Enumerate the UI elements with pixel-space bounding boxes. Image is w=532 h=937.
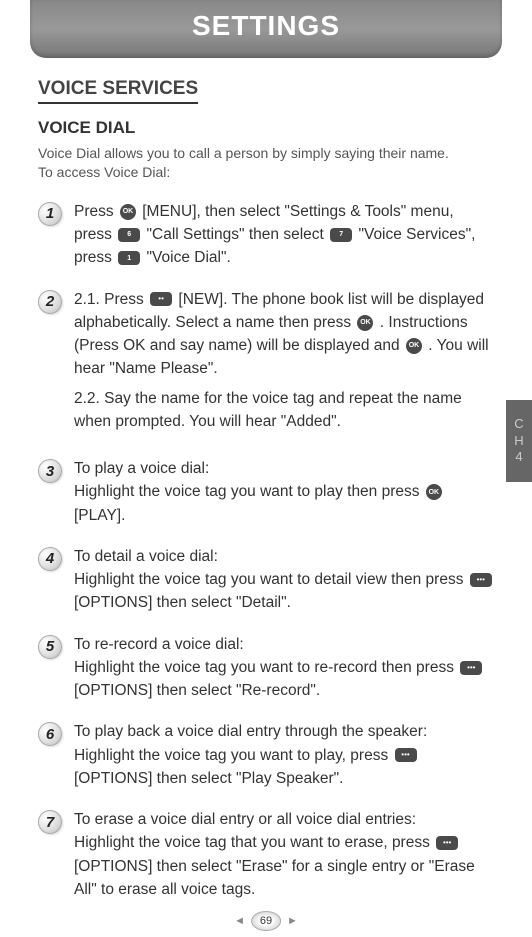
step-number: 2 bbox=[38, 290, 62, 314]
text: To detail a voice dial: bbox=[74, 548, 218, 565]
arrow-left-icon: ◄ bbox=[234, 915, 245, 927]
softkey-icon bbox=[150, 292, 172, 306]
text: To erase a voice dial entry or all voice… bbox=[74, 811, 416, 828]
text: "Voice Dial". bbox=[147, 249, 231, 266]
tab-line: 4 bbox=[515, 449, 522, 466]
step-2-1: 2.1. Press [NEW]. The phone book list wi… bbox=[74, 288, 494, 381]
step-body: To play back a voice dial entry through … bbox=[74, 720, 494, 790]
step-2: 2 2.1. Press [NEW]. The phone book list … bbox=[38, 288, 494, 440]
intro-line1: Voice Dial allows you to call a person b… bbox=[38, 145, 449, 161]
step-6: 6 To play back a voice dial entry throug… bbox=[38, 720, 494, 790]
ok-key-icon: OK bbox=[357, 315, 373, 331]
ok-key-icon: OK bbox=[120, 204, 136, 220]
step-number: 5 bbox=[38, 635, 62, 659]
key-label: 6 bbox=[127, 231, 131, 238]
sub-label: 2.2. bbox=[74, 390, 104, 407]
key-label: 7 bbox=[339, 231, 343, 238]
step-number: 6 bbox=[38, 722, 62, 746]
text: Highlight the voice tag you want to deta… bbox=[74, 571, 468, 588]
subsection-title: VOICE DIAL bbox=[38, 118, 494, 138]
six-key-icon: 6 bbox=[118, 228, 140, 242]
text: [OPTIONS] then select "Play Speaker". bbox=[74, 770, 343, 787]
key-label: OK bbox=[409, 342, 420, 349]
ok-key-icon: OK bbox=[426, 484, 442, 500]
step-5: 5 To re-record a voice dial: Highlight t… bbox=[38, 633, 494, 703]
section-title: VOICE SERVICES bbox=[38, 78, 198, 104]
step-body: To erase a voice dial entry or all voice… bbox=[74, 808, 494, 901]
page-header: SETTINGS bbox=[30, 0, 502, 58]
text: To play a voice dial: bbox=[74, 460, 209, 477]
step-number: 7 bbox=[38, 810, 62, 834]
key-label: OK bbox=[123, 208, 134, 215]
step-body: 2.1. Press [NEW]. The phone book list wi… bbox=[74, 288, 494, 440]
text: [OPTIONS] then select "Re-record". bbox=[74, 682, 320, 699]
page-footer: ◄ 69 ► bbox=[234, 911, 298, 931]
options-key-icon bbox=[395, 748, 417, 762]
step-number: 3 bbox=[38, 459, 62, 483]
step-body: Press OK [MENU], then select "Settings &… bbox=[74, 200, 494, 270]
step-1: 1 Press OK [MENU], then select "Settings… bbox=[38, 200, 494, 270]
seven-key-icon: 7 bbox=[330, 228, 352, 242]
ok-key-icon: OK bbox=[406, 338, 422, 354]
options-key-icon bbox=[436, 836, 458, 850]
step-7: 7 To erase a voice dial entry or all voi… bbox=[38, 808, 494, 901]
text: [OPTIONS] then select "Detail". bbox=[74, 594, 291, 611]
options-key-icon bbox=[460, 661, 482, 675]
text: To re-record a voice dial: bbox=[74, 636, 244, 653]
chapter-tab: C H 4 bbox=[506, 400, 532, 482]
key-label: OK bbox=[360, 319, 371, 326]
tab-line: C bbox=[514, 416, 523, 433]
options-key-icon bbox=[470, 573, 492, 587]
text: To play back a voice dial entry through … bbox=[74, 723, 427, 740]
text: Press bbox=[104, 291, 148, 308]
text: Highlight the voice tag you want to play… bbox=[74, 747, 393, 764]
text: Highlight the voice tag you want to play… bbox=[74, 483, 424, 500]
one-key-icon: 1 bbox=[118, 251, 140, 265]
step-body: To play a voice dial: Highlight the voic… bbox=[74, 457, 494, 527]
intro-text: Voice Dial allows you to call a person b… bbox=[38, 144, 494, 182]
step-4: 4 To detail a voice dial: Highlight the … bbox=[38, 545, 494, 615]
text: [PLAY]. bbox=[74, 507, 125, 524]
text: Press bbox=[74, 203, 118, 220]
step-body: To detail a voice dial: Highlight the vo… bbox=[74, 545, 494, 615]
intro-line2: To access Voice Dial: bbox=[38, 164, 170, 180]
key-label: OK bbox=[429, 489, 440, 496]
text: Highlight the voice tag you want to re-r… bbox=[74, 659, 458, 676]
sub-label: 2.1. bbox=[74, 291, 104, 308]
step-2-2: 2.2. Say the name for the voice tag and … bbox=[74, 387, 494, 434]
page-title: SETTINGS bbox=[30, 10, 502, 42]
arrow-right-icon: ► bbox=[287, 915, 298, 927]
page-number: 69 bbox=[251, 911, 281, 931]
text: Highlight the voice tag that you want to… bbox=[74, 834, 434, 851]
step-number: 1 bbox=[38, 202, 62, 226]
text: [OPTIONS] then select "Erase" for a sing… bbox=[74, 858, 475, 898]
text: Say the name for the voice tag and repea… bbox=[74, 390, 462, 430]
key-label: 1 bbox=[127, 255, 131, 262]
text: "Call Settings" then select bbox=[147, 226, 329, 243]
tab-line: H bbox=[514, 433, 523, 450]
content-area: VOICE SERVICES VOICE DIAL Voice Dial all… bbox=[0, 58, 532, 901]
step-number: 4 bbox=[38, 547, 62, 571]
step-3: 3 To play a voice dial: Highlight the vo… bbox=[38, 457, 494, 527]
step-body: To re-record a voice dial: Highlight the… bbox=[74, 633, 494, 703]
